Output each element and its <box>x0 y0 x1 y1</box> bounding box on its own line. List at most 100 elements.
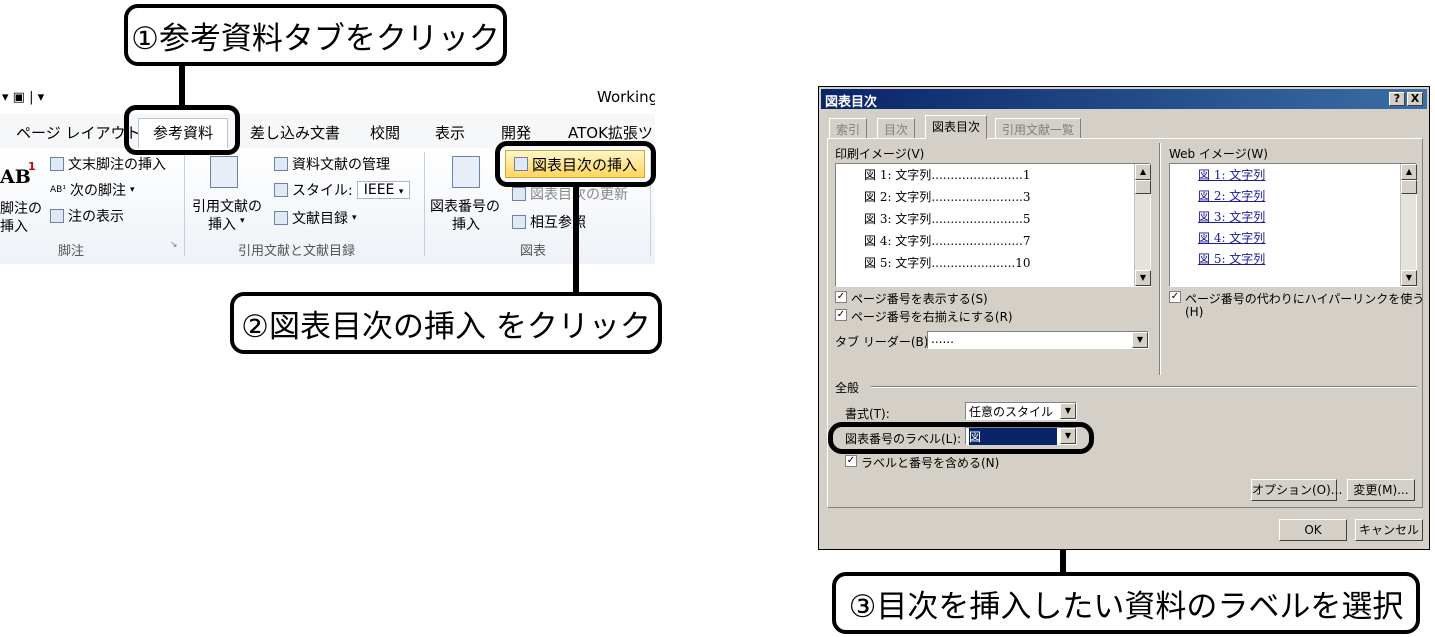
style-dropdown[interactable]: IEEE ▾ <box>356 181 411 199</box>
insert-citation-label-2[interactable]: 挿入 <box>208 214 236 234</box>
chevron-down-icon: ▾ <box>398 187 404 197</box>
help-button[interactable]: ? <box>1389 92 1405 106</box>
insert-endnote-button[interactable]: 文末脚注の挿入 <box>50 154 166 174</box>
tab-developer[interactable]: 開発 <box>501 122 531 143</box>
insert-caption-icon[interactable] <box>452 156 480 188</box>
next-footnote-icon: AB¹ <box>50 185 66 195</box>
insert-endnote-label: 文末脚注の挿入 <box>68 157 166 173</box>
ok-button[interactable]: OK <box>1279 519 1347 541</box>
endnote-icon <box>50 157 64 171</box>
format-select[interactable]: 任意のスタイル ▼ <box>965 402 1077 420</box>
group-separator <box>424 152 425 256</box>
show-notes-button[interactable]: 注の表示 <box>50 206 124 226</box>
group-label-captions: 図表 <box>520 244 547 259</box>
scroll-up-icon[interactable]: ▲ <box>1401 164 1417 180</box>
insert-footnote-icon[interactable]: AB <box>0 166 31 188</box>
style-label: スタイル: <box>292 183 353 199</box>
tab-leader-value: ...... <box>931 332 954 346</box>
style-value: IEEE <box>363 182 395 198</box>
bibliography-button[interactable]: 文献目録 ▾ <box>274 208 357 228</box>
cross-reference-icon <box>512 215 526 229</box>
insert-caption-label-1[interactable]: 図表番号の <box>430 196 500 216</box>
table-of-figures-highlight <box>495 141 656 187</box>
show-notes-icon <box>50 209 64 223</box>
tab-mailings[interactable]: 差し込み文書 <box>250 122 340 143</box>
web-preview-link[interactable]: 図 5: 文字列 <box>1198 250 1265 267</box>
web-preview-label: Web イメージ(W) <box>1169 147 1268 161</box>
window-title: Working <box>597 88 655 106</box>
close-button[interactable]: X <box>1407 92 1423 106</box>
include-label-label: ラベルと番号を含める(N) <box>861 456 1000 470</box>
options-button[interactable]: オプション(O)... <box>1251 479 1342 501</box>
style-icon <box>274 183 288 197</box>
scroll-thumb[interactable] <box>1135 180 1151 194</box>
quick-access-toolbar: ▾ ▣ | ▾ Working <box>0 84 655 114</box>
print-preview: 図 1: 文字列........................1 図 2: 文… <box>835 163 1151 287</box>
scroll-down-icon[interactable]: ▼ <box>1401 270 1417 286</box>
web-preview-scrollbar[interactable]: ▲ ▼ <box>1400 164 1417 286</box>
group-separator <box>184 152 185 256</box>
dialog-titlebar: 図表目次 ? X <box>821 89 1427 110</box>
bibliography-label: 文献目録 <box>292 211 348 227</box>
insert-caption-label-2[interactable]: 挿入 <box>452 214 480 234</box>
print-preview-row: 図 5: 文字列......................10 <box>864 256 1031 270</box>
web-preview-link[interactable]: 図 1: 文字列 <box>1198 166 1265 183</box>
qat-dropdown-icon[interactable]: ▾ ▣ | ▾ <box>2 90 44 105</box>
manage-sources-icon <box>274 157 288 171</box>
tab-page-layout[interactable]: ページ レイアウト <box>16 122 140 143</box>
style-selector[interactable]: スタイル: IEEE ▾ <box>274 180 411 200</box>
tab-index[interactable]: 索引 <box>829 118 868 138</box>
web-preview-link[interactable]: 図 3: 文字列 <box>1198 208 1265 225</box>
connector-line <box>179 62 185 108</box>
dialog-launcher-icon[interactable]: ↘ <box>170 240 178 250</box>
print-preview-row: 図 2: 文字列........................3 <box>864 190 1031 204</box>
tab-toc[interactable]: 目次 <box>877 118 916 138</box>
print-preview-label: 印刷イメージ(V) <box>835 147 925 161</box>
manage-sources-button[interactable]: 資料文献の管理 <box>274 154 390 174</box>
print-preview-row: 図 3: 文字列........................5 <box>864 212 1031 226</box>
tab-review[interactable]: 校閲 <box>370 122 400 143</box>
connector-line <box>573 186 579 296</box>
column-divider <box>1159 143 1161 375</box>
tab-leader-select[interactable]: ...... ▼ <box>927 331 1149 349</box>
manage-sources-label: 資料文献の管理 <box>292 157 390 173</box>
dialog-title: 図表目次 <box>825 95 878 110</box>
use-hyperlinks-checkbox[interactable]: ✓ <box>1169 291 1181 303</box>
modify-button[interactable]: 変更(M)... <box>1347 479 1415 501</box>
group-label-footnotes: 脚注 <box>58 244 85 259</box>
tab-table-of-figures[interactable]: 図表目次 <box>925 115 988 139</box>
caption-label-highlight <box>828 422 1094 454</box>
web-preview-link[interactable]: 図 4: 文字列 <box>1198 229 1265 246</box>
tab-leader-label: タブ リーダー(B): <box>835 335 933 349</box>
use-hyperlinks-label-2: (H) <box>1185 305 1204 319</box>
cancel-button[interactable]: キャンセル <box>1355 519 1423 541</box>
show-page-numbers-checkbox[interactable]: ✓ <box>835 291 847 303</box>
scroll-up-icon[interactable]: ▲ <box>1135 164 1151 180</box>
chevron-down-icon: ▾ <box>129 185 135 195</box>
chevron-down-icon[interactable]: ▼ <box>1132 332 1148 348</box>
footnote-superscript-icon: 1 <box>28 160 36 173</box>
callout-step1: ①参考資料タブをクリック <box>124 4 507 66</box>
group-label-citations: 引用文献と文献目録 <box>238 244 356 259</box>
format-value: 任意のスタイル <box>969 405 1054 419</box>
bibliography-icon <box>274 211 288 225</box>
chevron-down-icon: ▾ <box>352 213 357 223</box>
include-label-checkbox[interactable]: ✓ <box>845 455 857 467</box>
insert-citation-icon[interactable] <box>210 156 238 188</box>
scroll-thumb[interactable] <box>1401 180 1417 194</box>
table-of-figures-dialog: 図表目次 ? X 索引 目次 図表目次 引用文献一覧 印刷イメージ(V) 図 1… <box>818 86 1430 550</box>
insert-citation-label-1[interactable]: 引用文献の <box>192 196 262 216</box>
tab-view[interactable]: 表示 <box>435 122 465 143</box>
insert-footnote-label-2[interactable]: 挿入 <box>0 216 28 236</box>
general-divider <box>871 386 1417 388</box>
tab-table-of-authorities[interactable]: 引用文献一覧 <box>995 118 1082 138</box>
scroll-down-icon[interactable]: ▼ <box>1135 270 1151 286</box>
insert-footnote-label-1[interactable]: 脚注の <box>0 198 42 218</box>
chevron-down-icon[interactable]: ▼ <box>1060 403 1076 419</box>
update-table-button[interactable]: 図表目次の更新 <box>512 184 628 204</box>
right-align-checkbox[interactable]: ✓ <box>835 309 847 321</box>
next-footnote-label: 次の脚注 <box>69 183 126 199</box>
print-preview-scrollbar[interactable]: ▲ ▼ <box>1134 164 1151 286</box>
next-footnote-button[interactable]: AB¹ 次の脚注 ▾ <box>50 180 134 200</box>
web-preview-link[interactable]: 図 2: 文字列 <box>1198 187 1265 204</box>
